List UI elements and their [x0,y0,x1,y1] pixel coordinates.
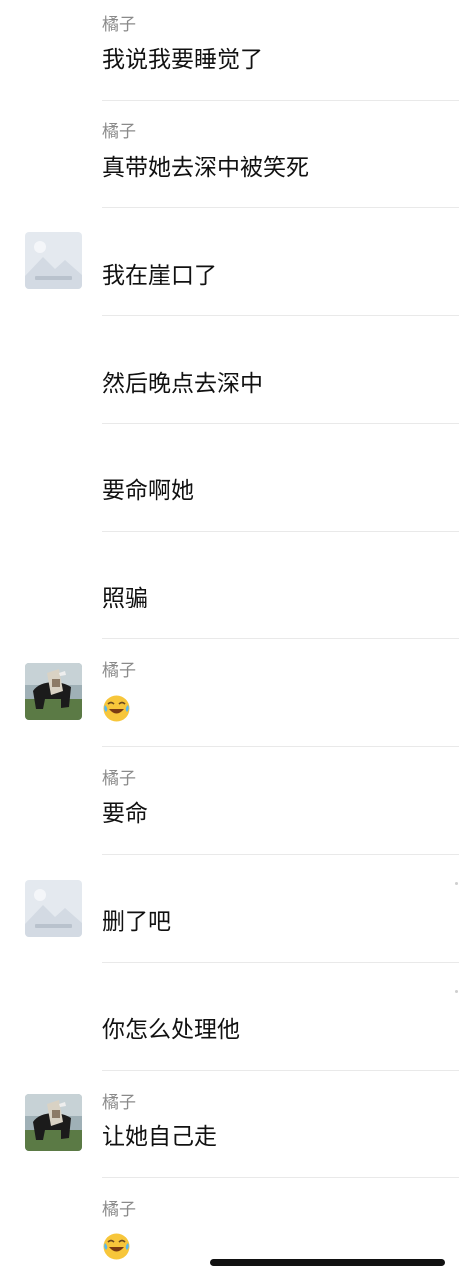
image-placeholder-avatar[interactable] [25,232,82,289]
home-indicator[interactable] [210,1259,445,1266]
message-text: 你怎么处理他 [102,1017,240,1043]
message-text: 照骗 [102,586,148,612]
crying-laughing-emoji [102,694,131,723]
cow-photo-avatar[interactable] [25,663,82,720]
message-text: 要命啊她 [102,478,194,504]
crying-laughing-emoji [102,1232,131,1261]
sender-name: 橘子 [102,1200,136,1220]
cow-photo-avatar[interactable] [25,1094,82,1151]
chat-message[interactable]: 橘子 真带她去深中被笑死 [0,101,459,208]
chat-message[interactable]: 橘子 要命 [0,747,459,855]
sender-name: 橘子 [102,1093,136,1113]
sender-name: 橘子 [102,122,136,142]
message-text: 删了吧 [102,909,171,935]
chat-message[interactable]: 我在崖口了 [0,208,459,316]
message-text: 让她自己走 [102,1124,217,1150]
sender-name: 橘子 [102,15,136,35]
message-text: 真带她去深中被笑死 [102,155,309,181]
message-text: 我在崖口了 [102,263,217,289]
edge-marker [455,990,458,993]
message-text: 我说我要睡觉了 [102,47,263,73]
chat-message[interactable]: 删了吧 [0,855,459,963]
sender-name: 橘子 [102,661,136,681]
chat-message[interactable]: 橘子 让她自己走 [0,1071,459,1179]
message-text: 要命 [102,801,148,827]
chat-message[interactable]: 橘子 我说我要睡觉了 [0,0,459,101]
chat-message[interactable]: 要命啊她 [0,424,459,532]
sender-name: 橘子 [102,769,136,789]
image-placeholder-avatar[interactable] [25,880,82,937]
chat-message[interactable]: 橘子 [0,639,459,747]
chat-message[interactable]: 照骗 [0,532,459,639]
chat-message[interactable]: 然后晚点去深中 [0,316,459,424]
edge-marker [455,882,458,885]
chat-message[interactable]: 你怎么处理他 [0,963,459,1071]
message-text: 然后晚点去深中 [102,371,263,397]
